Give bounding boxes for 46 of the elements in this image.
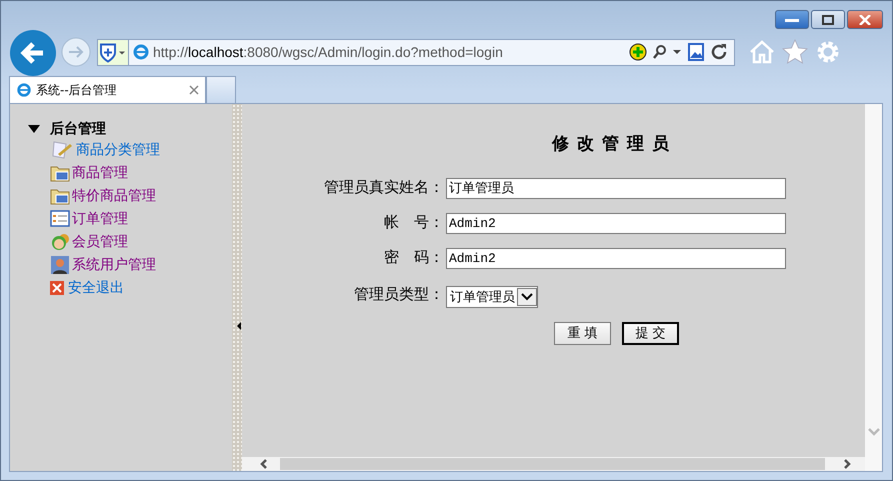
folder-icon bbox=[50, 164, 70, 182]
back-button[interactable] bbox=[9, 29, 57, 77]
field-label: 管理员真实姓名： bbox=[323, 178, 445, 198]
sidebar-link[interactable]: 商品管理 bbox=[72, 164, 128, 182]
star-icon[interactable] bbox=[782, 39, 808, 65]
sidebar-link[interactable]: 系统用户管理 bbox=[72, 256, 156, 274]
pencil-note-icon bbox=[52, 140, 74, 160]
folder-icon bbox=[50, 186, 70, 204]
user-icon bbox=[50, 254, 70, 274]
text-field[interactable]: 订单管理员 bbox=[446, 178, 786, 198]
type-dropdown[interactable]: 订单管理员 bbox=[446, 286, 538, 308]
vertical-scrollbar[interactable] bbox=[865, 104, 882, 471]
field-label: 帐 号： bbox=[383, 213, 445, 232]
minimize-button[interactable] bbox=[775, 10, 809, 29]
sidebar-link[interactable]: 订单管理 bbox=[72, 210, 128, 228]
close-icon bbox=[50, 280, 64, 294]
expanded-triangle-icon[interactable] bbox=[28, 124, 40, 134]
sidebar-link[interactable]: 商品分类管理 bbox=[76, 140, 160, 158]
horizontal-scrollbar[interactable] bbox=[242, 457, 865, 471]
splitter-handle[interactable] bbox=[232, 104, 242, 471]
field-label: 密 码： bbox=[383, 248, 445, 267]
caret-icon[interactable] bbox=[517, 288, 537, 306]
restore-icon bbox=[822, 14, 834, 24]
people-icon bbox=[50, 232, 70, 252]
text-field[interactable]: Admin2 bbox=[446, 248, 786, 268]
text-field[interactable]: Admin2 bbox=[446, 212, 786, 234]
sidebar-link[interactable]: 安全退出 bbox=[68, 278, 124, 296]
form-title: 修 改 管 理 员 bbox=[550, 133, 671, 155]
sidebar-link[interactable]: 特价商品管理 bbox=[72, 186, 156, 204]
search-icon[interactable] bbox=[652, 44, 682, 60]
sidebar-title: 后台管理 bbox=[50, 120, 106, 138]
close-icon bbox=[859, 14, 871, 24]
plus-icon[interactable] bbox=[629, 43, 647, 61]
browser-tab[interactable]: 系统--后台管理 bbox=[9, 76, 206, 103]
form-button[interactable]: 提 交 bbox=[622, 322, 679, 344]
refresh-icon[interactable] bbox=[710, 43, 728, 61]
sidebar-link[interactable]: 会员管理 bbox=[72, 232, 128, 250]
minimize-icon bbox=[785, 16, 799, 22]
list-icon bbox=[50, 210, 70, 227]
shield-plus-icon[interactable] bbox=[98, 40, 129, 64]
field-label: 管理员类型： bbox=[353, 285, 445, 304]
close-button[interactable] bbox=[847, 10, 883, 29]
restore-button[interactable] bbox=[811, 10, 845, 29]
picture-icon[interactable] bbox=[687, 43, 705, 61]
form-button[interactable]: 重 填 bbox=[554, 322, 611, 344]
close-icon[interactable] bbox=[189, 85, 199, 95]
